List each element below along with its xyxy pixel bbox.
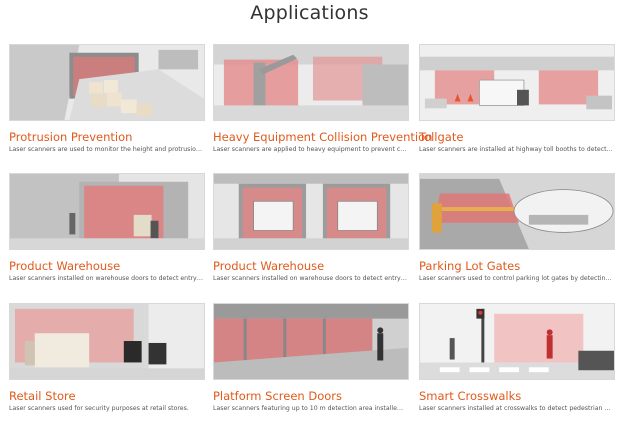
parking-gate-image (419, 173, 615, 250)
application-card-parking-lot-gates[interactable]: Parking Lot Gates Laser scanners used to… (419, 173, 615, 282)
platform-doors-image (213, 303, 409, 380)
card-title: Retail Store (9, 389, 76, 403)
card-description: Laser scanners are used to monitor the h… (9, 146, 203, 153)
application-card-heavy-equipment-collision-prevention[interactable]: Heavy Equipment Collision Prevention Las… (213, 44, 433, 153)
page-title: Applications (250, 2, 369, 24)
card-title: Smart Crosswalks (419, 389, 522, 403)
warehouse-door-forklift-image (9, 173, 205, 250)
card-description: Laser scanners used for security purpose… (9, 405, 189, 412)
crosswalk-image (419, 303, 615, 380)
card-description: Laser scanners used to control parking l… (419, 275, 613, 282)
application-card-platform-screen-doors[interactable]: Platform Screen Doors Laser scanners fea… (213, 303, 409, 412)
card-title: Product Warehouse (213, 259, 325, 273)
card-description: Laser scanners installed on warehouse do… (9, 275, 203, 282)
card-title: Platform Screen Doors (213, 389, 342, 403)
application-card-product-warehouse-trucks[interactable]: Product Warehouse Laser scanners install… (213, 173, 409, 282)
retail-store-image (9, 303, 205, 380)
card-title: Protrusion Prevention (9, 130, 133, 144)
warehouse-door-trucks-image (213, 173, 409, 250)
card-title: Heavy Equipment Collision Prevention (213, 130, 433, 144)
card-title: Tollgate (419, 130, 464, 144)
card-description: Laser scanners installed at crosswalks t… (419, 405, 613, 412)
application-card-smart-crosswalks[interactable]: Smart Crosswalks Laser scanners installe… (419, 303, 615, 412)
card-description: Laser scanners are applied to heavy equi… (213, 146, 407, 153)
card-description: Laser scanners are installed at highway … (419, 146, 613, 153)
heavy-equipment-image (213, 44, 409, 121)
application-card-tollgate[interactable]: Tollgate Laser scanners are installed at… (419, 44, 615, 153)
card-title: Parking Lot Gates (419, 259, 521, 273)
card-description: Laser scanners installed on warehouse do… (213, 275, 407, 282)
warehouse-shelving-image (9, 44, 205, 121)
application-card-product-warehouse-forklift[interactable]: Product Warehouse Laser scanners install… (9, 173, 205, 282)
card-description: Laser scanners featuring up to 10 m dete… (213, 405, 407, 412)
application-card-protrusion-prevention[interactable]: Protrusion Prevention Laser scanners are… (9, 44, 205, 153)
application-card-retail-store[interactable]: Retail Store Laser scanners used for sec… (9, 303, 205, 412)
card-title: Product Warehouse (9, 259, 121, 273)
tollgate-image (419, 44, 615, 121)
